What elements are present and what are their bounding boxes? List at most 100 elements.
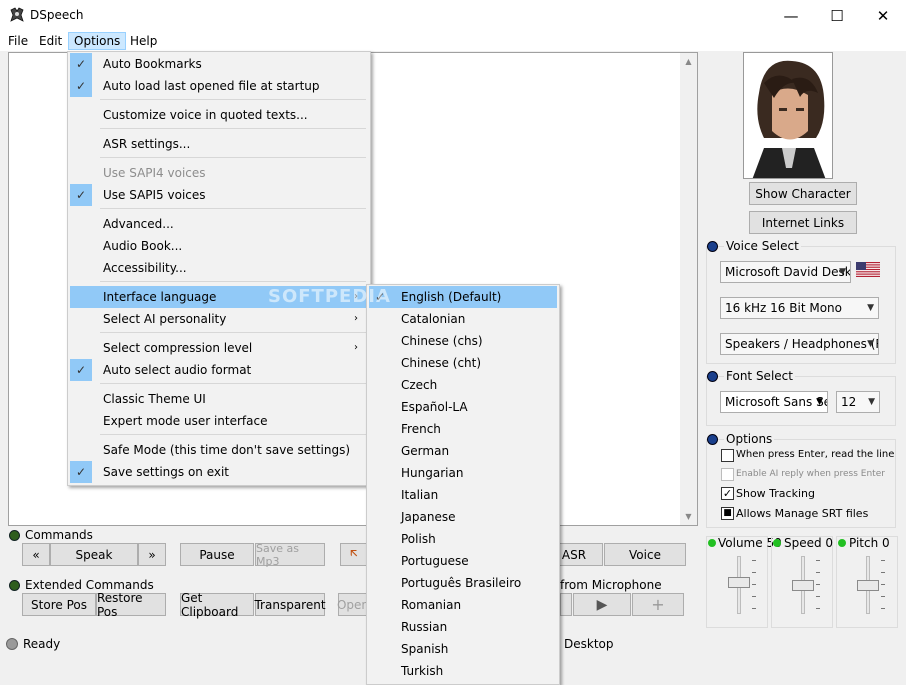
menu-separator (100, 208, 366, 209)
menu-item-asr-settings[interactable]: ASR settings... (70, 133, 368, 155)
volume-slider-thumb[interactable] (728, 577, 750, 588)
chevron-down-icon: ▼ (868, 397, 875, 407)
menu-item-accessibility[interactable]: Accessibility... (70, 257, 368, 279)
pitch-slider-thumb[interactable] (857, 580, 879, 591)
language-item-romanian[interactable]: Romanian (369, 594, 557, 616)
check-icon: ✓ (70, 53, 92, 75)
store-pos-button[interactable]: Store Pos (22, 593, 96, 616)
voice-button[interactable]: Voice (604, 543, 686, 566)
close-button[interactable]: ✕ (860, 0, 906, 31)
app-icon (9, 7, 25, 23)
menu-item-advanced[interactable]: Advanced... (70, 213, 368, 235)
manage-srt-checkbox[interactable]: ■ (721, 507, 734, 520)
language-item-catalonian[interactable]: Catalonian (369, 308, 557, 330)
language-item-russian[interactable]: Russian (369, 616, 557, 638)
scroll-up-icon[interactable]: ▲ (680, 53, 697, 70)
language-item-spanish[interactable]: Spanish (369, 638, 557, 660)
next-button[interactable]: » (138, 543, 166, 566)
restore-pos-button[interactable]: Restore Pos (96, 591, 166, 619)
menu-item-customize-voice[interactable]: Customize voice in quoted texts... (70, 104, 368, 126)
menu-separator (100, 332, 366, 333)
window-title: DSpeech (30, 8, 84, 22)
speed-slider-thumb[interactable] (792, 580, 814, 591)
menu-item-auto-bookmarks[interactable]: ✓ Auto Bookmarks (70, 53, 368, 75)
transparent-button[interactable]: Transparent (254, 593, 326, 616)
editor-scrollbar[interactable]: ▲ ▼ (680, 53, 697, 525)
mic-stop-button[interactable] (560, 593, 572, 616)
language-item-japanese[interactable]: Japanese (369, 506, 557, 528)
menu-item-sapi4[interactable]: Use SAPI4 voices (70, 162, 368, 184)
character-image (743, 52, 833, 179)
language-item-german[interactable]: German (369, 440, 557, 462)
chevron-down-icon: ▼ (816, 397, 823, 407)
font-combo[interactable]: Microsoft Sans Se ▼ (720, 391, 828, 413)
menu-item-ai-personality[interactable]: Select AI personality › (70, 308, 368, 330)
ai-reply-checkbox[interactable] (721, 468, 734, 481)
save-mp3-button[interactable]: Save as Mp3 (255, 542, 325, 568)
pause-button[interactable]: Pause (180, 543, 254, 566)
output-device-combo[interactable]: Speakers / Headphones (Re ▼ (720, 333, 879, 355)
arrow-icon[interactable]: 🡬 (340, 543, 368, 566)
language-item-chinese-chs[interactable]: Chinese (chs) (369, 330, 557, 352)
menu-item-expert-mode[interactable]: Expert mode user interface (70, 410, 368, 432)
menu-file[interactable]: File (3, 32, 33, 50)
language-item-portugues-brasileiro[interactable]: Português Brasileiro (369, 572, 557, 594)
font-select-label: Font Select (724, 369, 795, 383)
menu-edit[interactable]: Edit (34, 32, 67, 50)
menu-item-save-settings[interactable]: ✓ Save settings on exit (70, 461, 368, 483)
language-item-italian[interactable]: Italian (369, 484, 557, 506)
language-item-polish[interactable]: Polish (369, 528, 557, 550)
check-icon: ✓ (70, 359, 92, 381)
voice-select-label: Voice Select (724, 239, 801, 253)
audio-format-combo[interactable]: 16 kHz 16 Bit Mono ▼ (720, 297, 879, 319)
language-item-english[interactable]: ✓ English (Default) (369, 286, 557, 308)
menu-item-auto-audio-format[interactable]: ✓ Auto select audio format (70, 359, 368, 381)
voice-combo-value: Microsoft David Deskto (725, 265, 851, 279)
speed-indicator-icon (773, 539, 781, 547)
play-icon[interactable]: ▶ (573, 593, 631, 616)
language-item-espanol-la[interactable]: Español-LA (369, 396, 557, 418)
show-character-button[interactable]: Show Character (749, 182, 857, 205)
menu-item-audio-book[interactable]: Audio Book... (70, 235, 368, 257)
language-item-hungarian[interactable]: Hungarian (369, 462, 557, 484)
language-item-portuguese[interactable]: Portuguese (369, 550, 557, 572)
speak-button[interactable]: Speak (50, 543, 138, 566)
from-microphone-label: from Microphone (560, 578, 662, 592)
options-label: Options (724, 432, 775, 446)
menu-options[interactable]: Options (68, 32, 127, 50)
font-combo-value: Microsoft Sans Se (725, 395, 828, 409)
language-item-french[interactable]: French (369, 418, 557, 440)
chevron-down-icon: ▼ (867, 339, 874, 349)
pitch-label: Pitch 0 (849, 536, 890, 550)
font-size-combo[interactable]: 12 ▼ (836, 391, 880, 413)
language-item-chinese-cht[interactable]: Chinese (cht) (369, 352, 557, 374)
ai-reply-label: Enable AI reply when press Enter (736, 469, 885, 479)
internet-links-button[interactable]: Internet Links (749, 211, 857, 234)
menu-item-classic-theme[interactable]: Classic Theme UI (70, 388, 368, 410)
menu-help[interactable]: Help (125, 32, 162, 50)
show-tracking-checkbox[interactable]: ✓ (721, 487, 734, 500)
minimize-button[interactable]: — (768, 0, 814, 31)
chevron-down-icon: ▼ (839, 267, 846, 277)
us-flag-icon (856, 262, 880, 277)
language-item-turkish[interactable]: Turkish (369, 660, 557, 682)
menu-item-sapi5[interactable]: ✓ Use SAPI5 voices (70, 184, 368, 206)
menu-item-compression-level[interactable]: Select compression level › (70, 337, 368, 359)
menu-separator (100, 281, 366, 282)
font-size-value: 12 (841, 395, 857, 409)
read-line-checkbox[interactable] (721, 449, 734, 462)
menu-item-safe-mode[interactable]: Safe Mode (this time don't save settings… (70, 439, 368, 461)
add-icon[interactable]: + (632, 593, 684, 616)
check-icon: ✓ (70, 184, 92, 206)
open-button[interactable]: Open (337, 593, 369, 616)
voice-combo[interactable]: Microsoft David Deskto ▼ (720, 261, 851, 283)
scroll-down-icon[interactable]: ▼ (680, 508, 697, 525)
manage-srt-label: Allows Manage SRT files (736, 507, 869, 520)
get-clipboard-button[interactable]: Get Clipboard (180, 591, 254, 619)
maximize-button[interactable]: ☐ (814, 0, 860, 31)
audio-format-value: 16 kHz 16 Bit Mono (725, 301, 842, 315)
menu-item-auto-load[interactable]: ✓ Auto load last opened file at startup (70, 75, 368, 97)
menu-separator (100, 383, 366, 384)
language-item-czech[interactable]: Czech (369, 374, 557, 396)
prev-button[interactable]: « (22, 543, 50, 566)
